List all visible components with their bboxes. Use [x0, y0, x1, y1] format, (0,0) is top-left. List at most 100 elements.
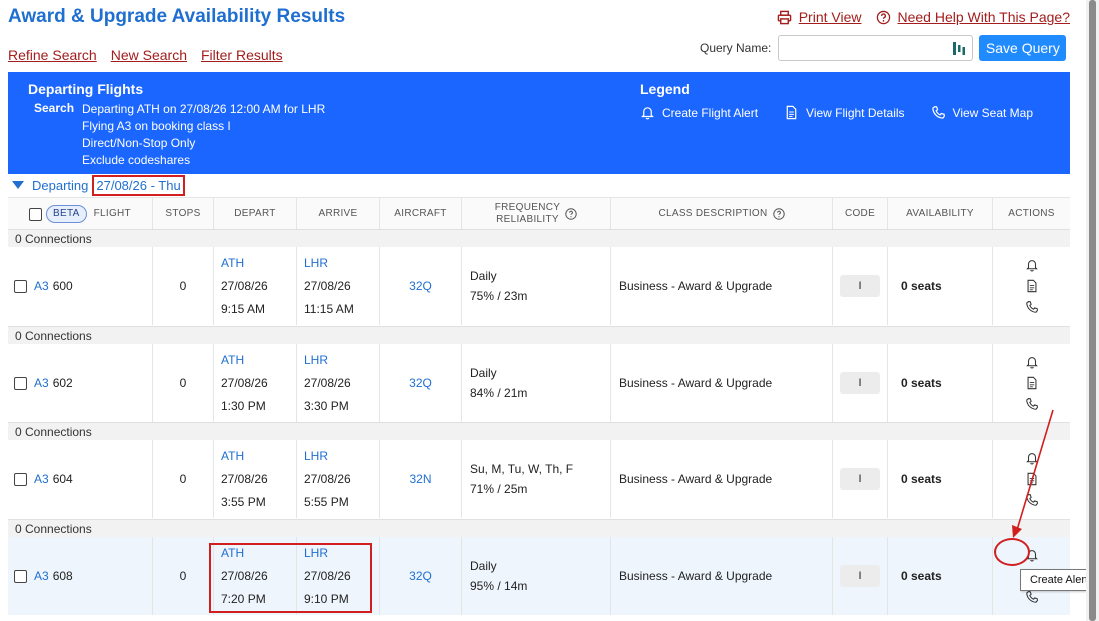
airline-link[interactable]: A3: [34, 376, 49, 390]
aircraft-link[interactable]: 32Q: [380, 344, 462, 422]
scrollbar-thumb[interactable]: [1089, 0, 1096, 621]
arrive-time: 11:15 AM: [304, 301, 354, 316]
info-icon[interactable]: [565, 208, 577, 220]
need-help-label: Need Help With This Page?: [897, 9, 1071, 25]
beta-badge: BETA: [46, 205, 87, 223]
header-reliability-line: RELIABILITY: [496, 214, 559, 225]
aircraft-link[interactable]: 32N: [380, 440, 462, 518]
phone-icon[interactable]: [1025, 590, 1039, 604]
flight-number: 600: [52, 279, 73, 293]
stops-value: 0: [153, 537, 214, 615]
filter-results-link[interactable]: Filter Results: [201, 47, 283, 63]
flight-number: 608: [52, 569, 73, 583]
query-name-label: Query Name:: [700, 41, 772, 55]
frequency-cell: Su, M, Tu, W, Th, F 71% / 25m: [462, 440, 611, 518]
arrive-airport[interactable]: LHR: [304, 256, 354, 271]
frequency-value: Daily: [470, 366, 497, 380]
query-name-field[interactable]: [778, 35, 974, 61]
search-line: Departing ATH on 27/08/26 12:00 AM for L…: [82, 102, 326, 116]
airline-link[interactable]: A3: [34, 472, 49, 486]
actions-cell: [993, 247, 1070, 325]
availability-value: 0 seats: [888, 247, 993, 325]
frequency-value: Daily: [470, 559, 497, 573]
phone-icon: [931, 106, 945, 119]
search-links: Refine Search New Search Filter Results: [8, 47, 283, 63]
depart-airport[interactable]: ATH: [221, 449, 268, 464]
depart-cell: ATH 27/08/26 3:55 PM: [214, 440, 297, 518]
arrive-time: 5:55 PM: [304, 494, 349, 509]
bell-icon[interactable]: [1025, 258, 1039, 272]
airline-link[interactable]: A3: [34, 279, 49, 293]
reliability-value: 84% / 21m: [470, 386, 528, 400]
aircraft-link[interactable]: 32Q: [380, 537, 462, 615]
document-icon[interactable]: [1025, 376, 1039, 390]
legend-seat-map-label: View Seat Map: [952, 105, 1034, 120]
flight-row: A3 602 0 ATH 27/08/26 1:30 PM LHR 27/08/26 3…: [8, 344, 1070, 422]
airline-link[interactable]: A3: [34, 569, 49, 583]
print-view-link[interactable]: Print View: [777, 9, 862, 25]
day-prefix: Departing: [32, 177, 89, 193]
arrive-date: 27/08/26: [304, 278, 351, 293]
header-depart: DEPART: [214, 198, 297, 230]
refine-search-link[interactable]: Refine Search: [8, 47, 97, 63]
depart-date: 27/08/26: [221, 375, 268, 390]
select-all-checkbox[interactable]: [29, 207, 43, 221]
info-icon[interactable]: [772, 208, 785, 220]
flight-row: A3 604 0 ATH 27/08/26 3:55 PM LHR 27/08/26 5…: [8, 440, 1070, 518]
vertical-scrollbar[interactable]: [1086, 0, 1099, 621]
save-query-button[interactable]: Save Query: [979, 35, 1067, 61]
depart-airport[interactable]: ATH: [221, 353, 268, 368]
header-frequency-line: FREQUENCY: [494, 202, 561, 213]
results-table-header: BETA FLIGHT STOPS DEPART ARRIVE AIRCRAFT…: [8, 197, 1070, 230]
search-criteria: Departing ATH on 27/08/26 12:00 AM for L…: [82, 101, 325, 169]
frequency-cell: Daily 84% / 21m: [462, 344, 611, 422]
stops-value: 0: [153, 440, 214, 518]
frequency-value: Daily: [470, 269, 497, 283]
availability-value: 0 seats: [888, 344, 993, 422]
connections-label: 0 Connections: [8, 519, 1070, 537]
password-manager-icon[interactable]: [953, 42, 967, 55]
depart-date: 27/08/26: [221, 278, 268, 293]
header-frequency: FREQUENCY RELIABILITY: [462, 198, 611, 230]
page-title: Award & Upgrade Availability Results: [8, 6, 346, 27]
depart-time: 3:55 PM: [221, 494, 266, 509]
frequency-cell: Daily 95% / 14m: [462, 537, 611, 615]
flight-row: A3 600 0 ATH 27/08/26 9:15 AM LHR 27/08/26 1…: [8, 247, 1070, 325]
bell-icon: [641, 107, 654, 120]
header-availability: AVAILABILITY: [888, 198, 993, 230]
legend-flight-details: View Flight Details: [784, 105, 905, 120]
day-group-toggle[interactable]: Departing 27/08/26 - Thu: [8, 174, 185, 196]
legend-create-alert: Create Flight Alert: [640, 105, 758, 120]
flight-select-checkbox[interactable]: [14, 472, 27, 486]
booking-code: I: [840, 372, 880, 394]
flight-select-checkbox[interactable]: [14, 376, 27, 390]
arrive-airport[interactable]: LHR: [304, 449, 351, 464]
query-name-input[interactable]: [779, 36, 950, 60]
need-help-link[interactable]: Need Help With This Page?: [876, 9, 1071, 25]
new-search-link[interactable]: New Search: [111, 47, 187, 63]
document-icon[interactable]: [1025, 279, 1039, 293]
flight-select-checkbox[interactable]: [14, 569, 27, 583]
arrive-date: 27/08/26: [304, 375, 351, 390]
print-view-label: Print View: [798, 9, 862, 25]
arrive-airport[interactable]: LHR: [304, 353, 351, 368]
flight-cell: A3 602: [8, 344, 153, 422]
bell-icon[interactable]: [1025, 355, 1039, 369]
annotation-arrow: [1012, 409, 1054, 538]
banner-heading: Departing Flights: [28, 81, 144, 97]
stops-value: 0: [153, 247, 214, 325]
legend-details-label: View Flight Details: [806, 105, 905, 120]
document-icon: [786, 105, 797, 120]
connections-label: 0 Connections: [8, 422, 1070, 440]
depart-airport[interactable]: ATH: [221, 256, 268, 271]
printer-icon: [777, 10, 792, 24]
aircraft-link[interactable]: 32Q: [380, 247, 462, 325]
legend-alert-label: Create Flight Alert: [662, 105, 759, 120]
class-description: Business - Award & Upgrade: [611, 247, 833, 325]
arrive-date: 27/08/26: [304, 471, 351, 486]
query-bar: Query Name: Save Query: [700, 35, 1067, 61]
phone-icon[interactable]: [1025, 300, 1039, 314]
connections-label: 0 Connections: [8, 326, 1070, 344]
class-description: Business - Award & Upgrade: [611, 440, 833, 518]
flight-select-checkbox[interactable]: [14, 279, 27, 293]
